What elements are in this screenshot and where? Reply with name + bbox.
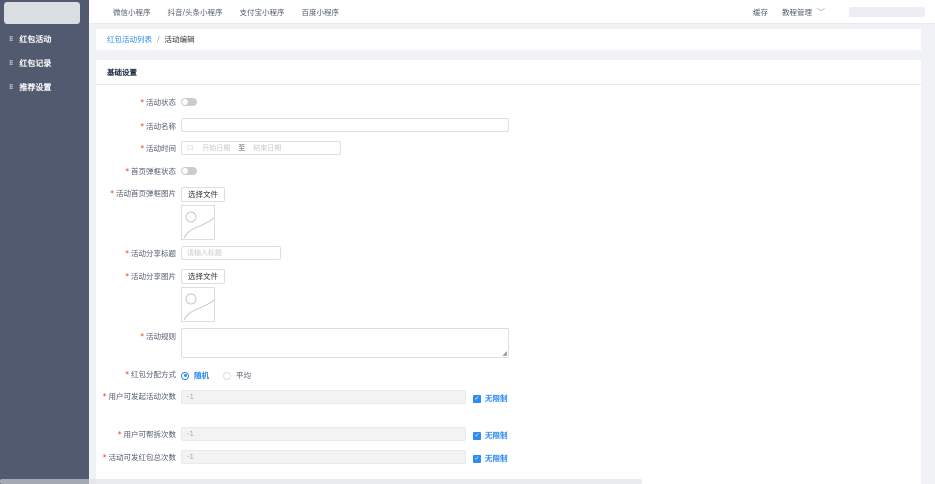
total-times-input[interactable]: -1 — [181, 450, 466, 464]
sidebar-item-referral-settings[interactable]: ⁞⁞ 推荐设置 — [0, 76, 89, 98]
image-placeholder-icon — [183, 211, 215, 239]
launch-times-input[interactable]: -1 — [181, 390, 466, 404]
breadcrumb-current: 活动编辑 — [164, 35, 195, 44]
horizontal-scrollbar[interactable] — [0, 479, 642, 484]
cache-button[interactable]: 缓存 — [753, 7, 768, 18]
random-radio-label[interactable]: 随机 — [194, 370, 209, 381]
average-radio[interactable] — [223, 371, 231, 380]
chevron-down-icon: ﹀ — [817, 7, 825, 17]
help-times-label: * 用户可帮拆次数 — [117, 430, 176, 439]
popup-image-label: * 活动首页弹框图片 — [110, 189, 176, 198]
calendar-icon: ☐ — [187, 144, 194, 152]
nav-wechat[interactable]: 微信小程序 — [113, 7, 151, 18]
grid-icon: ⁞⁞ — [9, 83, 13, 91]
sidebar-item-label: 推荐设置 — [19, 82, 52, 92]
total-times-label: * 活动可发红包总次数 — [102, 453, 176, 462]
nav-douyin[interactable]: 抖音/头条小程序 — [168, 7, 223, 18]
random-radio[interactable] — [181, 371, 189, 380]
help-times-input[interactable]: -1 — [181, 427, 466, 441]
date-range-picker[interactable]: ☐ 开始日期 至 结束日期 — [181, 141, 341, 155]
grid-icon: ⁞⁞ — [9, 59, 13, 67]
status-label: * 活动状态 — [140, 98, 176, 107]
nav-alipay[interactable]: 支付宝小程序 — [240, 7, 285, 18]
share-image-label: * 活动分享图片 — [125, 272, 176, 281]
rules-label: * 活动规则 — [140, 332, 176, 341]
top-nav: 微信小程序 抖音/头条小程序 支付宝小程序 百度小程序 — [113, 0, 356, 24]
user-menu[interactable]: 教程管理 ﹀ — [782, 7, 825, 18]
nav-baidu[interactable]: 百度小程序 — [302, 7, 340, 18]
sidebar-item-red-packet-activity[interactable]: ⁞⁞ 红包活动 — [0, 28, 89, 50]
check-icon: ✓ — [473, 431, 481, 440]
launch-unlimited-label: 无限制 — [485, 394, 508, 403]
popup-status-switch[interactable] — [181, 167, 197, 175]
time-label: * 活动时间 — [140, 144, 176, 153]
help-unlimited-label: 无限制 — [485, 431, 508, 440]
user-menu-label: 教程管理 — [782, 7, 812, 17]
top-header: 微信小程序 抖音/头条小程序 支付宝小程序 百度小程序 缓存 教程管理 ﹀ — [89, 0, 935, 24]
total-unlimited-label: 无限制 — [485, 454, 508, 463]
help-unlimited-checkbox[interactable]: ✓ 无限制 — [473, 430, 508, 441]
total-unlimited-checkbox[interactable]: ✓ 无限制 — [473, 453, 508, 464]
avatar — [849, 7, 925, 17]
sidebar: ⁞⁞ 红包活动 ⁞⁞ 红包记录 ⁞⁞ 推荐设置 — [0, 0, 89, 484]
share-image-choose-file-button[interactable]: 选择文件 — [181, 269, 225, 284]
logo — [4, 2, 80, 24]
activity-name-input[interactable] — [181, 118, 509, 132]
sidebar-item-label: 红包记录 — [19, 58, 52, 68]
status-switch[interactable] — [181, 98, 197, 106]
breadcrumb-parent-link[interactable]: 红包活动列表 — [107, 34, 152, 45]
date-separator: 至 — [238, 144, 246, 152]
distribution-label: * 红包分配方式 — [125, 370, 176, 379]
share-image-placeholder — [181, 287, 215, 322]
resize-handle-icon[interactable]: ◢ — [502, 350, 507, 357]
sidebar-item-label: 红包活动 — [19, 34, 52, 44]
name-label: * 活动名称 — [140, 122, 176, 131]
share-title-input[interactable]: 请输入标题 — [181, 246, 281, 260]
launch-unlimited-checkbox[interactable]: ✓ 无限制 — [473, 393, 508, 404]
popup-image-placeholder — [181, 205, 215, 240]
check-icon: ✓ — [473, 454, 481, 463]
share-title-label: * 活动分享标题 — [125, 249, 176, 258]
launch-times-label: * 用户可发起活动次数 — [102, 392, 176, 401]
end-date-placeholder: 结束日期 — [253, 144, 282, 152]
average-radio-label[interactable]: 平均 — [236, 370, 251, 381]
sidebar-item-red-packet-records[interactable]: ⁞⁞ 红包记录 — [0, 52, 89, 74]
breadcrumb: 红包活动列表 / 活动编辑 — [96, 29, 921, 50]
popup-image-choose-file-button[interactable]: 选择文件 — [181, 187, 225, 202]
grid-icon: ⁞⁞ — [9, 35, 13, 43]
card-title: 基础设置 — [96, 60, 921, 85]
form-card: 基础设置 * 活动状态 * 活动名称 * 活动时间 ☐ 开始日期 至 结束日期 * 首页… — [96, 60, 921, 484]
start-date-placeholder: 开始日期 — [202, 144, 231, 152]
breadcrumb-separator: / — [157, 35, 160, 44]
image-placeholder-icon — [183, 293, 215, 321]
check-icon: ✓ — [473, 394, 481, 403]
rules-textarea[interactable]: ◢ — [181, 328, 509, 358]
popup-status-label: * 首页弹框状态 — [125, 167, 176, 176]
